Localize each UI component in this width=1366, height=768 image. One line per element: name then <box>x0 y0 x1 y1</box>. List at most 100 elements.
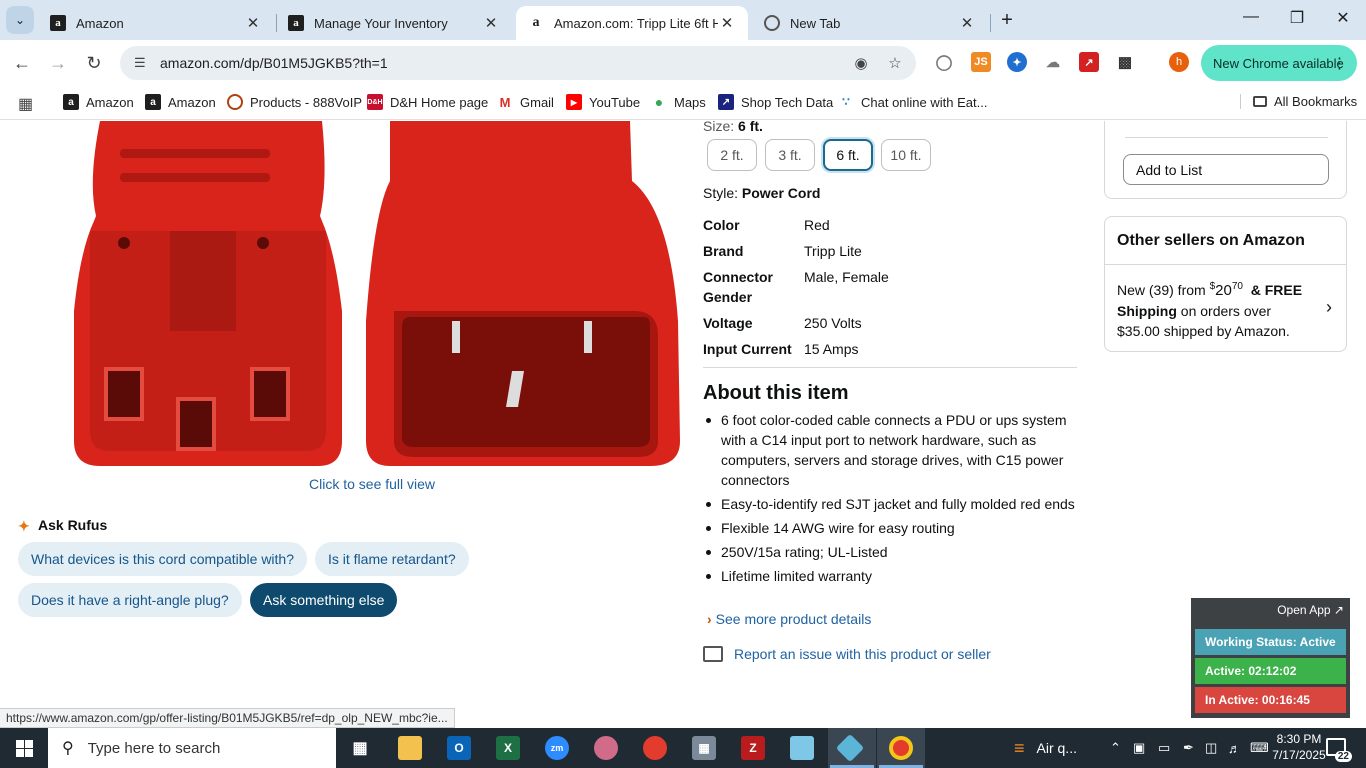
task-view-icon[interactable]: ▦ <box>348 736 372 760</box>
bookmark-tech-data[interactable]: ↗ Shop Tech Data <box>718 94 833 110</box>
new-tab-button[interactable]: + <box>996 9 1018 31</box>
rufus-ask-something-button[interactable]: Ask something else <box>250 583 398 617</box>
chevron-down-icon: ⌄ <box>14 13 26 27</box>
bookmark-chat-online[interactable]: ∵ Chat online with Eat... <box>838 94 987 110</box>
tray-app-icon[interactable]: ▣ <box>1133 728 1145 768</box>
chrome-profile-icon[interactable] <box>643 736 667 760</box>
bookmark-maps[interactable]: ● Maps <box>651 94 706 110</box>
tab-manage-inventory[interactable]: a Manage Your Inventory ✕ <box>276 6 512 40</box>
chrome-favicon-icon <box>764 15 780 31</box>
taskbar-search-box[interactable]: ⚲ Type here to search <box>48 728 336 768</box>
blue-extension-icon[interactable]: ✦ <box>1007 52 1027 72</box>
forward-button[interactable]: → <box>46 51 70 75</box>
chevron-right-icon[interactable]: › <box>1326 297 1332 318</box>
minimize-button[interactable]: — <box>1228 8 1274 26</box>
volume-icon[interactable]: ♬ <box>1228 728 1241 768</box>
product-image[interactable] <box>60 121 680 471</box>
size-option-10ft[interactable]: 10 ft. <box>881 139 931 171</box>
chrome-icon[interactable] <box>889 736 913 760</box>
tab-new-tab[interactable]: New Tab ✕ <box>752 6 988 40</box>
tab-amazon[interactable]: a Amazon ✕ <box>38 6 274 40</box>
reload-button[interactable]: ↻ <box>82 51 106 75</box>
youtube-icon: ▶ <box>566 94 582 110</box>
rufus-question-compatible[interactable]: What devices is this cord compatible wit… <box>18 542 307 576</box>
close-tab-icon[interactable]: ✕ <box>482 14 500 32</box>
bookmark-amazon[interactable]: a Amazon <box>63 94 134 110</box>
size-option-6ft[interactable]: 6 ft. <box>823 139 873 171</box>
bookmark-amazon-2[interactable]: a Amazon <box>145 94 216 110</box>
bookmark-gmail[interactable]: M Gmail <box>497 94 554 110</box>
tab-separator <box>990 14 991 32</box>
see-more-details-link[interactable]: › See more product details <box>707 611 871 627</box>
about-bullet: Easy-to-identify red SJT jacket and full… <box>703 494 1075 514</box>
taskbar-clock[interactable]: 8:30 PM 7/17/2025 <box>1270 731 1328 763</box>
bookmark-dh-home[interactable]: D&H D&H Home page <box>367 94 488 110</box>
paint-app-icon[interactable] <box>594 736 618 760</box>
all-bookmarks-button[interactable]: All Bookmarks <box>1240 94 1357 109</box>
site-info-icon[interactable]: ☰ <box>134 55 152 71</box>
weather-widget[interactable]: ≡ Air q... <box>1014 728 1077 768</box>
gmail-icon: M <box>497 94 513 110</box>
other-sellers-box[interactable]: Other sellers on Amazon New (39) from $2… <box>1104 216 1347 352</box>
notes-app-icon[interactable] <box>790 736 814 760</box>
calculator-icon[interactable]: ▦ <box>692 736 716 760</box>
profile-avatar[interactable]: h <box>1169 52 1189 72</box>
spec-key: Voltage <box>703 315 753 331</box>
tray-overflow-chevron-icon[interactable]: ⌃ <box>1110 728 1121 768</box>
cloud-extension-icon[interactable]: ☁ <box>1043 52 1063 72</box>
bookmark-youtube[interactable]: ▶ YouTube <box>566 94 640 110</box>
style-value: Power Cord <box>741 185 821 201</box>
click-full-view-link[interactable]: Click to see full view <box>309 476 435 492</box>
price-dollars: 20 <box>1215 282 1232 299</box>
report-issue-link[interactable]: Report an issue with this product or sel… <box>703 646 991 662</box>
star-icon[interactable]: ☆ <box>882 54 908 72</box>
rufus-question-right-angle[interactable]: Does it have a right-angle plug? <box>18 583 242 617</box>
url-text[interactable]: amazon.com/dp/B01M5JGKB5?th=1 <box>160 55 848 71</box>
puzzle-extensions-icon[interactable]: ▩ <box>1115 52 1135 72</box>
size-option-2ft[interactable]: 2 ft. <box>707 139 757 171</box>
rufus-question-flame[interactable]: Is it flame retardant? <box>315 542 469 576</box>
close-window-button[interactable]: ✕ <box>1320 8 1366 28</box>
notification-center-icon[interactable]: 22 <box>1326 738 1352 762</box>
pdf-extension-icon[interactable]: ↗ <box>1079 52 1099 72</box>
add-to-list-button[interactable]: Add to List <box>1123 154 1329 185</box>
open-app-link[interactable]: Open App ↗ <box>1277 603 1344 617</box>
more-menu-icon[interactable]: ⋮ <box>1332 54 1347 72</box>
bookmark-label: Products - 888VoIP <box>250 94 363 110</box>
tab-amazon-product[interactable]: a Amazon.com: Tripp Lite 6ft Hea ✕ <box>516 6 748 40</box>
filezilla-icon[interactable]: Z <box>741 736 765 760</box>
js-extension-icon[interactable]: JS <box>971 52 991 72</box>
close-tab-icon[interactable]: ✕ <box>244 14 262 32</box>
network-icon[interactable]: ◫ <box>1205 728 1217 768</box>
address-bar[interactable]: ☰ amazon.com/dp/B01M5JGKB5?th=1 ◉ ☆ <box>120 46 916 80</box>
back-button[interactable]: ← <box>10 51 34 75</box>
language-icon[interactable]: ⌨ <box>1250 728 1269 768</box>
eye-slash-icon[interactable]: ◉ <box>848 54 874 72</box>
globe-extension-icon[interactable]: ◯ <box>934 52 954 72</box>
other-sellers-offer[interactable]: New (39) from $2070 & FREE Shipping on o… <box>1117 277 1317 341</box>
chrome-update-button[interactable]: New Chrome available ⋮ <box>1201 45 1357 81</box>
close-tab-icon[interactable]: ✕ <box>958 14 976 32</box>
restore-button[interactable]: ❐ <box>1274 8 1320 28</box>
size-value: 6 ft. <box>738 121 763 134</box>
excel-icon[interactable]: X <box>496 736 520 760</box>
zoom-icon[interactable]: zm <box>545 736 569 760</box>
start-button[interactable] <box>0 728 48 768</box>
outlook-icon[interactable]: O <box>447 736 471 760</box>
chevron-right-icon: › <box>707 611 712 627</box>
bookmark-888voip[interactable]: Products - 888VoIP <box>227 94 362 110</box>
close-tab-icon[interactable]: ✕ <box>718 14 736 32</box>
size-option-3ft[interactable]: 3 ft. <box>765 139 815 171</box>
pen-icon[interactable]: ✒ <box>1183 728 1194 768</box>
tab-search-button[interactable]: ⌄ <box>6 6 34 34</box>
style-label: Style: Power Cord <box>703 185 820 201</box>
status-bar-url: https://www.amazon.com/gp/offer-listing/… <box>0 708 455 728</box>
bookmark-label: Shop Tech Data <box>741 94 834 110</box>
air-quality-icon: ≡ <box>1014 737 1025 758</box>
battery-icon[interactable]: ▭ <box>1158 728 1170 768</box>
report-chat-icon <box>703 646 723 662</box>
chat-favicon-icon: ∵ <box>838 94 854 110</box>
file-explorer-icon[interactable] <box>398 736 422 760</box>
apps-grid-icon[interactable]: ▦ <box>18 94 33 114</box>
spec-value: Tripp Lite <box>804 243 862 259</box>
